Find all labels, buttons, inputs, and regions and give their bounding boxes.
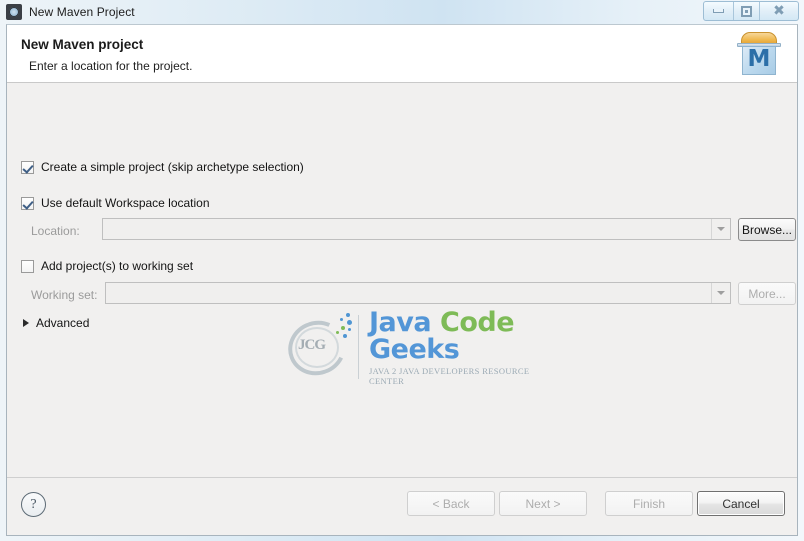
java-code-geeks-watermark: JCG Java Code Geeks Java 2 Java Develope… [280, 309, 544, 386]
checkbox-use-default-workspace-location-box[interactable] [21, 196, 34, 210]
checkbox-use-default-workspace-location[interactable]: Use default Workspace location [21, 196, 210, 210]
working-set-label: Working set: [31, 288, 98, 302]
back-button[interactable]: < Back [407, 491, 495, 516]
chevron-down-icon[interactable] [711, 283, 730, 303]
jcg-ring-icon: JCG [280, 312, 356, 384]
watermark-divider [358, 315, 359, 379]
next-button[interactable]: Next > [499, 491, 587, 516]
chevron-right-icon [23, 319, 29, 327]
checkbox-add-to-working-set-label: Add project(s) to working set [41, 259, 194, 273]
location-combo[interactable] [102, 218, 731, 240]
maven-icon-letter: M [747, 46, 771, 72]
window-controls: ✖ [703, 1, 799, 21]
minimize-icon[interactable] [704, 2, 734, 20]
finish-button[interactable]: Finish [605, 491, 693, 516]
dialog-footer: ? < Back Next > Finish Cancel [7, 477, 797, 535]
cancel-button[interactable]: Cancel [697, 491, 785, 516]
working-set-combo[interactable] [105, 282, 731, 304]
maven-project-icon: M [735, 30, 783, 78]
watermark-title: Java Code Geeks [369, 309, 544, 363]
watermark-word-java: Java [369, 306, 432, 338]
help-icon[interactable]: ? [21, 492, 46, 517]
watermark-text: Java Code Geeks Java 2 Java Developers R… [369, 309, 544, 386]
checkbox-create-simple-project[interactable]: Create a simple project (skip archetype … [21, 160, 304, 174]
page-title: New Maven project [21, 37, 144, 52]
window-title-bar[interactable]: New Maven Project ✖ [0, 0, 804, 23]
page-subtitle: Enter a location for the project. [29, 59, 193, 73]
advanced-section-toggle[interactable]: Advanced [21, 316, 89, 330]
chevron-down-icon[interactable] [711, 219, 730, 239]
checkbox-create-simple-project-label: Create a simple project (skip archetype … [41, 160, 304, 174]
more-button[interactable]: More... [738, 282, 796, 305]
checkbox-use-default-workspace-location-label: Use default Workspace location [41, 196, 210, 210]
location-label: Location: [31, 224, 80, 238]
dialog-body: Create a simple project (skip archetype … [7, 83, 797, 477]
working-set-input[interactable] [106, 283, 711, 303]
checkbox-add-to-working-set-box[interactable] [21, 259, 34, 273]
browse-button[interactable]: Browse... [738, 218, 796, 241]
advanced-section-label: Advanced [36, 316, 90, 330]
location-input[interactable] [103, 219, 711, 239]
dialog-header: New Maven project Enter a location for t… [7, 25, 797, 83]
watermark-word-geeks: Geeks [369, 333, 460, 365]
checkbox-add-to-working-set[interactable]: Add project(s) to working set [21, 259, 193, 273]
restore-icon[interactable] [734, 2, 760, 20]
new-maven-project-dialog: New Maven project Enter a location for t… [6, 24, 798, 536]
maven-gear-icon [6, 3, 22, 20]
close-icon[interactable]: ✖ [760, 2, 798, 20]
window-title: New Maven Project [29, 4, 135, 19]
jcg-monogram: JCG [298, 337, 326, 353]
checkbox-create-simple-project-box[interactable] [21, 160, 34, 174]
jcg-dots-icon [328, 313, 354, 339]
watermark-tagline: Java 2 Java Developers Resource Center [369, 365, 530, 386]
watermark-word-code: Code [440, 306, 515, 338]
footer-button-bar: < Back Next > Finish Cancel [407, 491, 785, 516]
